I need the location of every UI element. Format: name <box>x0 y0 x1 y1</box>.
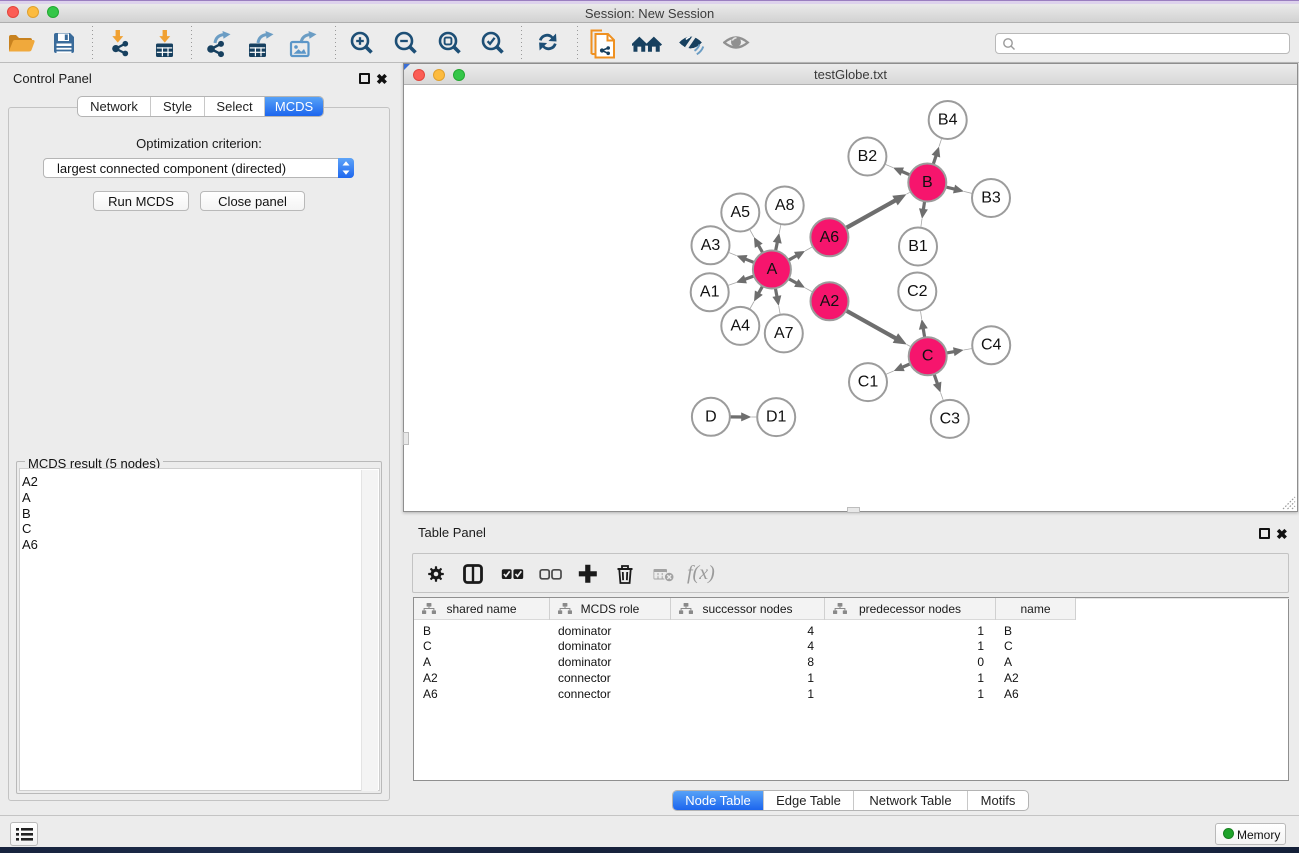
svg-text:A1: A1 <box>700 284 720 301</box>
svg-text:A2: A2 <box>820 293 840 310</box>
svg-text:C3: C3 <box>940 410 961 427</box>
svg-text:C2: C2 <box>907 283 928 300</box>
svg-text:A6: A6 <box>820 229 840 246</box>
svg-text:A: A <box>767 261 778 278</box>
svg-text:A7: A7 <box>774 325 794 342</box>
svg-text:A5: A5 <box>731 204 751 221</box>
svg-text:B2: B2 <box>858 148 878 165</box>
svg-text:A8: A8 <box>775 197 795 214</box>
svg-text:A3: A3 <box>701 237 721 254</box>
svg-text:A4: A4 <box>731 317 751 334</box>
svg-text:C4: C4 <box>981 337 1002 354</box>
svg-text:C1: C1 <box>858 374 879 391</box>
svg-text:B3: B3 <box>981 190 1001 207</box>
svg-text:B: B <box>922 174 933 191</box>
svg-text:D1: D1 <box>766 409 787 426</box>
svg-text:B1: B1 <box>908 238 928 255</box>
svg-text:D: D <box>705 408 717 425</box>
svg-text:C: C <box>922 348 934 365</box>
svg-text:B4: B4 <box>938 112 958 129</box>
